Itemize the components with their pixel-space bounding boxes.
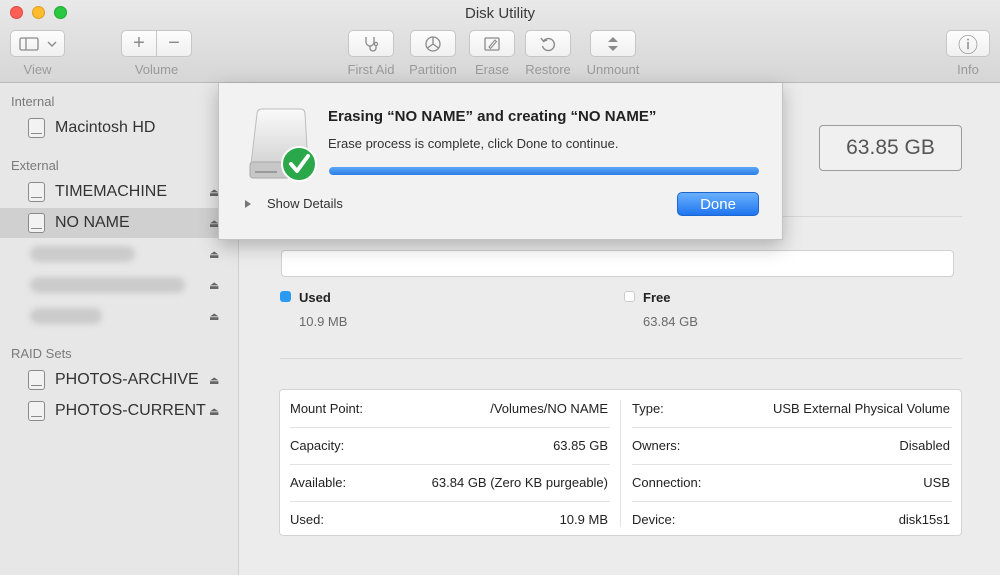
sidebar-item-blurred[interactable]: ⏏ <box>0 239 238 269</box>
sidebar-item-blurred[interactable]: ⏏ <box>0 270 238 300</box>
used-value: 10.9 MB <box>299 314 347 329</box>
eject-icon[interactable]: ⏏ <box>209 374 219 387</box>
erase-complete-sheet: Erasing “NO NAME” and creating “NO NAME”… <box>218 83 783 240</box>
info-row-connection: Connection: USB <box>632 464 950 501</box>
info-row-mount-point: Mount Point: /Volumes/NO NAME <box>290 390 608 427</box>
free-legend-swatch <box>624 291 635 302</box>
free-value: 63.84 GB <box>643 314 698 329</box>
sidebar-item-label: PHOTOS-CURRENT <box>55 402 206 420</box>
info-row-capacity: Capacity: 63.85 GB <box>290 427 608 464</box>
pencil-icon <box>483 35 501 53</box>
capacity-box: 63.85 GB <box>819 125 962 171</box>
done-button[interactable]: Done <box>677 192 759 216</box>
erase-button[interactable] <box>469 30 515 57</box>
free-legend-label: Free <box>643 290 670 305</box>
sidebar-item-no-name[interactable]: NO NAME ⏏ <box>0 208 238 238</box>
info-row-used: Used: 10.9 MB <box>290 501 608 538</box>
sidebar-item-label: Macintosh HD <box>55 119 155 137</box>
info-row-type: Type: USB External Physical Volume <box>632 390 950 427</box>
view-label: View <box>10 62 65 77</box>
eject-icon[interactable]: ⏏ <box>209 248 219 261</box>
sidebar-item-label: PHOTOS-ARCHIVE <box>55 371 199 389</box>
restore-icon <box>539 35 557 53</box>
drive-success-icon <box>247 106 319 182</box>
external-disk-icon <box>28 213 45 233</box>
info-button[interactable]: ⓘ <box>946 30 990 57</box>
chevron-down-icon <box>47 40 57 48</box>
sidebar-item-macintosh-hd[interactable]: Macintosh HD <box>0 113 238 143</box>
unmount-button[interactable] <box>590 30 636 57</box>
stethoscope-icon <box>362 35 380 53</box>
info-label: Info <box>946 62 990 77</box>
used-legend-swatch <box>280 291 291 302</box>
sidebar: Internal Macintosh HD External TIMEMACHI… <box>0 84 239 575</box>
restore-label: Restore <box>518 62 578 77</box>
pie-icon <box>424 35 442 53</box>
view-button[interactable] <box>10 30 65 57</box>
sidebar-item-timemachine[interactable]: TIMEMACHINE ⏏ <box>0 177 238 207</box>
sidebar-item-blurred[interactable]: ⏏ <box>0 301 238 331</box>
unmount-label: Unmount <box>578 62 648 77</box>
external-disk-icon <box>28 182 45 202</box>
first-aid-button[interactable] <box>348 30 394 57</box>
raid-disk-icon <box>28 370 45 390</box>
eject-icon[interactable]: ⏏ <box>209 405 219 418</box>
raid-disk-icon <box>28 401 45 421</box>
remove-volume-button[interactable]: − <box>157 31 191 56</box>
internal-disk-icon <box>28 118 45 138</box>
sheet-message: Erase process is complete, click Done to… <box>328 136 618 151</box>
restore-button[interactable] <box>525 30 571 57</box>
info-table: Mount Point: /Volumes/NO NAME Capacity: … <box>279 389 962 536</box>
erase-progress-bar <box>329 167 759 175</box>
sidebar-item-label: TIMEMACHINE <box>55 183 167 201</box>
disclosure-triangle-icon <box>245 200 251 208</box>
sidebar-item-label: NO NAME <box>55 214 130 232</box>
info-row-owners: Owners: Disabled <box>632 427 950 464</box>
used-legend-label: Used <box>299 290 331 305</box>
info-icon: ⓘ <box>958 29 978 58</box>
unmount-icon <box>604 35 622 53</box>
section-external: External <box>11 158 59 173</box>
sidebar-item-photos-current[interactable]: PHOTOS-CURRENT ⏏ <box>0 396 238 426</box>
show-details-toggle[interactable]: Show Details <box>245 196 343 211</box>
info-row-device: Device: disk15s1 <box>632 501 950 538</box>
info-row-available: Available: 63.84 GB (Zero KB purgeable) <box>290 464 608 501</box>
section-raid-sets: RAID Sets <box>11 346 72 361</box>
erase-label: Erase <box>462 62 522 77</box>
volume-label: Volume <box>121 62 192 77</box>
divider <box>280 358 962 359</box>
show-details-label: Show Details <box>267 196 343 211</box>
usage-bar <box>281 250 954 277</box>
sheet-title: Erasing “NO NAME” and creating “NO NAME” <box>328 108 656 125</box>
first-aid-label: First Aid <box>340 62 402 77</box>
section-internal: Internal <box>11 94 54 109</box>
partition-button[interactable] <box>410 30 456 57</box>
sidebar-icon <box>19 37 39 51</box>
sidebar-item-photos-archive[interactable]: PHOTOS-ARCHIVE ⏏ <box>0 365 238 395</box>
eject-icon[interactable]: ⏏ <box>209 279 219 292</box>
toolbar: Disk Utility View + − Volume First Aid <box>0 0 1000 83</box>
window-title: Disk Utility <box>0 5 1000 22</box>
add-volume-button[interactable]: + <box>122 31 156 56</box>
volume-segmented-control: + − <box>121 30 192 57</box>
eject-icon[interactable]: ⏏ <box>209 310 219 323</box>
partition-label: Partition <box>401 62 465 77</box>
